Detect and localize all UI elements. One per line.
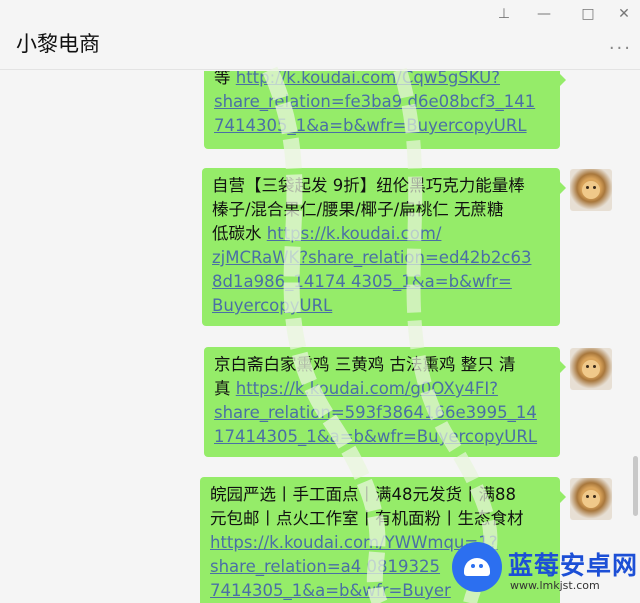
watermark-brand-url: www.lmkjst.com <box>510 579 600 592</box>
avatar-face <box>582 490 600 508</box>
close-icon[interactable]: ✕ <box>614 4 634 24</box>
android-icon <box>452 542 502 592</box>
more-options-icon[interactable]: ··· <box>609 38 632 59</box>
message-link[interactable]: 17414305_1&a=b&wfr=BuyercopyURL <box>214 427 537 446</box>
user-avatar[interactable] <box>570 348 612 390</box>
message-link[interactable]: share_relation=fe3ba9 d6e08bcf3_141 <box>214 92 535 111</box>
message-bubble[interactable]: 等 http://k.koudai.com/Cqw5gSKU? share_re… <box>204 71 566 149</box>
avatar-eye <box>593 186 596 189</box>
message-link[interactable]: BuyercopyURL <box>212 296 332 315</box>
android-eye <box>471 564 475 568</box>
message-text: 元包邮丨点火工作室丨有机面粉丨生态食材 <box>210 509 524 528</box>
watermark-brand-name: 蓝莓安卓网 <box>508 551 639 580</box>
message-link[interactable]: zjMCRaWK?share_relation=ed42b2c63 <box>212 248 531 267</box>
avatar-eye <box>593 495 596 498</box>
message-text: 皖园严选丨手工面点丨满48元发货丨满88 <box>210 485 516 504</box>
message-text: 低碳水 <box>212 224 267 243</box>
avatar-eye <box>586 186 589 189</box>
message-text: 京白斋白家熏鸡 三黄鸡 古法熏鸡 整只 清 <box>214 355 516 374</box>
message-bubble[interactable]: 自营【三袋起发 9折】纽伦黑巧克力能量棒 榛子/混合果仁/腰果/椰子/扁桃仁 无… <box>202 168 566 326</box>
message-text: 自营【三袋起发 9折】纽伦黑巧克力能量棒 <box>212 176 525 195</box>
message-bubble[interactable]: 京白斋白家熏鸡 三黄鸡 古法熏鸡 整只 清 真 https://k.koudai… <box>204 347 566 457</box>
message-link[interactable]: http://k.koudai.com/Cqw5gSKU? <box>236 71 500 87</box>
chat-title: 小黎电商 <box>16 32 100 56</box>
avatar-face <box>582 181 600 199</box>
user-avatar[interactable] <box>570 478 612 520</box>
message-link[interactable]: 7414305_1&a=b&wfr=BuyercopyURL <box>214 116 527 135</box>
message-text: 榛子/混合果仁/腰果/椰子/扁桃仁 无蔗糖 <box>212 200 504 219</box>
pin-icon[interactable]: ⊥ <box>494 4 514 24</box>
title-bar: ⊥ — □ ✕ 小黎电商 ··· <box>0 0 640 70</box>
avatar-eye <box>586 495 589 498</box>
user-avatar[interactable] <box>570 169 612 211</box>
watermark-logo: 蓝莓安卓网 www.lmkjst.com <box>446 540 638 600</box>
minimize-icon[interactable]: — <box>534 4 554 24</box>
chat-message-list[interactable]: 等 http://k.koudai.com/Cqw5gSKU? share_re… <box>0 71 640 603</box>
message-link[interactable]: share_relation=593f3864166e3995_14 <box>214 403 537 422</box>
avatar-eye <box>586 365 589 368</box>
message-text: 真 <box>214 379 236 398</box>
message-link[interactable]: 8d1a986_14174 4305_1&a=b&wfr= <box>212 272 512 291</box>
maximize-icon[interactable]: □ <box>578 4 598 24</box>
scrollbar-thumb[interactable] <box>633 456 638 516</box>
message-link[interactable]: share_relation=a4 0819325 <box>210 557 440 576</box>
android-eye <box>479 564 483 568</box>
message-link[interactable]: https://k.koudai.com/ <box>267 224 442 243</box>
avatar-face <box>582 360 600 378</box>
android-head <box>464 558 490 576</box>
message-link[interactable]: https://k.koudai.com/g0OXy4FI? <box>236 379 498 398</box>
message-link[interactable]: 7414305_1&a=b&wfr=Buyer <box>210 581 451 600</box>
avatar-eye <box>593 365 596 368</box>
message-text: 等 <box>214 71 236 87</box>
